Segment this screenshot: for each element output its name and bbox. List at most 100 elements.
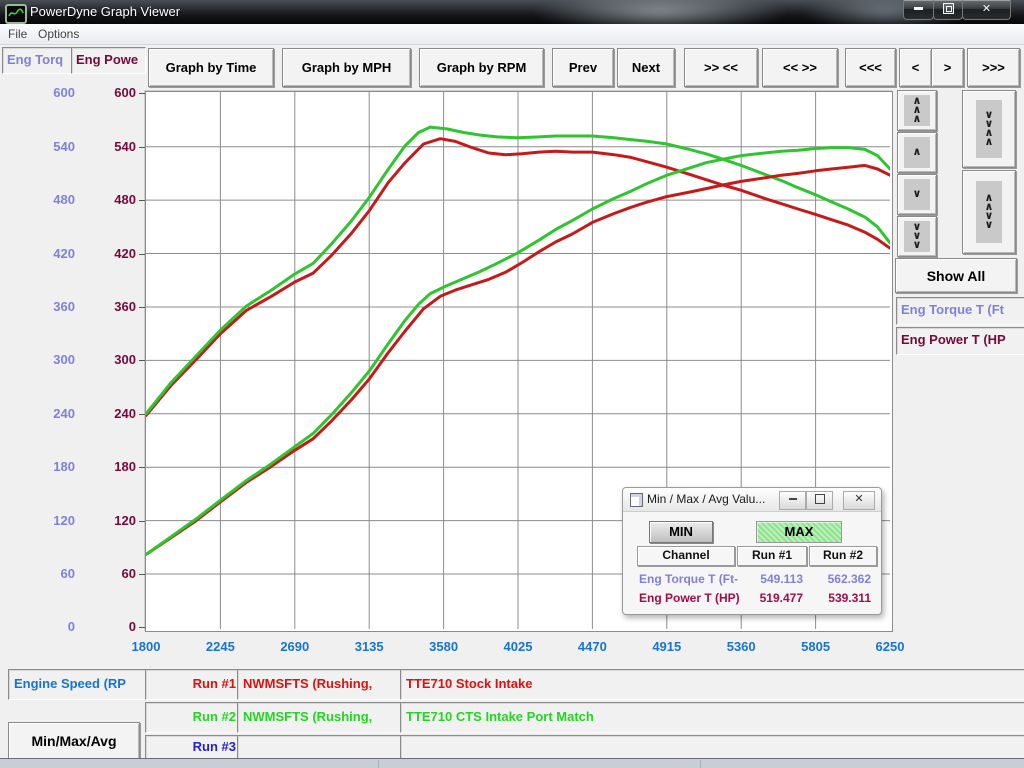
torque-axis-tick-label: 60 bbox=[20, 566, 75, 582]
power-axis-tick-label: 540 bbox=[84, 139, 136, 155]
minmax-restore-button[interactable] bbox=[806, 491, 833, 510]
title-bar: PowerDyne Graph Viewer ✕ bbox=[0, 0, 1024, 24]
menu-file[interactable]: File bbox=[2, 26, 33, 42]
torque-axis-tick-label: 480 bbox=[20, 192, 75, 208]
rpm-axis-tick-label: 6250 bbox=[863, 639, 917, 655]
document-icon bbox=[630, 493, 643, 507]
scroll-bottom-button[interactable]: ∨∨∨ bbox=[897, 216, 937, 257]
axis-tick-mark bbox=[139, 521, 145, 522]
scroll-top-button[interactable]: ∧∧∧ bbox=[897, 90, 937, 131]
torque-axis-tick-label: 180 bbox=[20, 459, 75, 475]
minmax-close-button[interactable]: ✕ bbox=[843, 491, 875, 510]
next-button[interactable]: Next bbox=[617, 48, 675, 87]
minmax-torque-run1-value: 549.113 bbox=[737, 572, 803, 587]
scroll-left-button[interactable]: < bbox=[899, 48, 932, 87]
run1-label-box: Run #1 bbox=[145, 669, 242, 700]
axis-tick-mark bbox=[139, 627, 145, 628]
run3-label-box: Run #3 bbox=[145, 735, 242, 760]
minmax-titlebar[interactable]: Min / Max / Avg Valu... ✕ bbox=[623, 488, 881, 512]
run1-file-box: NWMSFTS (Rushing, bbox=[237, 669, 407, 700]
menu-options[interactable]: Options bbox=[32, 26, 85, 42]
rpm-axis-tick-label: 4470 bbox=[565, 639, 619, 655]
zoom-out-horizontal-button[interactable]: << >> bbox=[762, 48, 838, 87]
channel-box-eng-torque[interactable]: Eng Torque T (Ft bbox=[896, 297, 1024, 325]
minmax-torque-run2-value: 562.362 bbox=[807, 572, 871, 587]
run2-file-box: NWMSFTS (Rushing, bbox=[237, 702, 407, 733]
max-button[interactable]: MAX bbox=[756, 521, 842, 543]
restore-button[interactable] bbox=[933, 0, 963, 20]
torque-axis-tick-label: 0 bbox=[20, 619, 75, 635]
tab-eng-torque[interactable]: Eng Torq bbox=[2, 47, 74, 74]
power-axis-tick-label: 120 bbox=[84, 513, 136, 529]
zoom-in-vertical-button[interactable]: ∨∨∧∧ bbox=[962, 90, 1016, 168]
power-axis-tick-label: 300 bbox=[84, 352, 136, 368]
torque-axis-tick-label: 540 bbox=[20, 139, 75, 155]
axis-tick-mark bbox=[139, 414, 145, 415]
rpm-axis-tick-label: 4025 bbox=[491, 639, 545, 655]
minmax-header-channel[interactable]: Channel bbox=[637, 546, 735, 566]
axis-tick-mark bbox=[139, 467, 145, 468]
power-axis-tick-label: 60 bbox=[84, 566, 136, 582]
power-axis-tick-label: 480 bbox=[84, 192, 136, 208]
run2-label-box: Run #2 bbox=[145, 702, 242, 733]
torque-axis-tick-label: 360 bbox=[20, 299, 75, 315]
graph-by-time-button[interactable]: Graph by Time bbox=[148, 48, 274, 87]
zoom-in-horizontal-button[interactable]: >> << bbox=[684, 48, 758, 87]
torque-axis-tick-label: 600 bbox=[20, 85, 75, 101]
minmax-header-run1[interactable]: Run #1 bbox=[737, 546, 807, 566]
minmax-window[interactable]: Min / Max / Avg Valu... ✕ MIN MAX Channe… bbox=[622, 487, 882, 615]
zoom-out-vertical-button[interactable]: ∧∧∨∨ bbox=[962, 170, 1016, 254]
window-bottom-edge bbox=[0, 758, 1024, 768]
torque-axis-tick-label: 420 bbox=[20, 246, 75, 262]
rpm-axis-tick-label: 5805 bbox=[789, 639, 843, 655]
power-axis-tick-label: 600 bbox=[84, 85, 136, 101]
rpm-axis-tick-label: 2245 bbox=[193, 639, 247, 655]
minmax-power-run1-value: 519.477 bbox=[737, 591, 803, 606]
rpm-axis-tick-label: 3135 bbox=[342, 639, 396, 655]
run2-description-box: TTE710 CTS Intake Port Match bbox=[400, 702, 1024, 733]
minmax-avg-button[interactable]: Min/Max/Avg bbox=[8, 722, 140, 760]
scroll-far-right-button[interactable]: >>> bbox=[967, 48, 1020, 87]
rpm-axis-tick-label: 1800 bbox=[119, 639, 173, 655]
axis-tick-mark bbox=[139, 147, 145, 148]
graph-by-rpm-button[interactable]: Graph by RPM bbox=[419, 48, 544, 87]
torque-axis-tick-label: 240 bbox=[20, 406, 75, 422]
power-axis-tick-label: 420 bbox=[84, 246, 136, 262]
axis-tick-mark bbox=[139, 93, 145, 94]
app-logo-icon bbox=[5, 4, 27, 24]
minmax-window-title: Min / Max / Avg Valu... bbox=[647, 492, 765, 506]
axis-tick-mark bbox=[139, 307, 145, 308]
show-all-button[interactable]: Show All bbox=[895, 258, 1017, 293]
scroll-down-button[interactable]: ∨ bbox=[897, 174, 937, 215]
rpm-axis-tick-label: 5360 bbox=[714, 639, 768, 655]
power-axis-tick-label: 240 bbox=[84, 406, 136, 422]
minimize-button[interactable] bbox=[903, 0, 934, 20]
close-button[interactable]: ✕ bbox=[962, 0, 1011, 20]
minmax-header-run2[interactable]: Run #2 bbox=[809, 546, 877, 566]
minmax-channel-label: Eng Power T (HP) bbox=[639, 591, 739, 606]
channel-box-eng-power[interactable]: Eng Power T (HP bbox=[896, 327, 1024, 355]
power-axis-tick-label: 180 bbox=[84, 459, 136, 475]
x-axis-channel-box[interactable]: Engine Speed (RP bbox=[8, 669, 149, 700]
minmax-channel-label: Eng Torque T (Ft- bbox=[639, 572, 739, 587]
scroll-up-button[interactable]: ∧ bbox=[897, 132, 937, 173]
window-title: PowerDyne Graph Viewer bbox=[30, 4, 180, 19]
power-axis-tick-label: 360 bbox=[84, 299, 136, 315]
scroll-far-left-button[interactable]: <<< bbox=[845, 48, 896, 87]
close-icon: ✕ bbox=[854, 493, 863, 505]
minmax-minimize-button[interactable] bbox=[779, 491, 806, 510]
run3-description-box bbox=[400, 735, 1024, 760]
graph-by-mph-button[interactable]: Graph by MPH bbox=[282, 48, 411, 87]
power-axis-tick-label: 0 bbox=[84, 619, 136, 635]
min-button[interactable]: MIN bbox=[649, 521, 713, 543]
torque-axis-tick-label: 300 bbox=[20, 352, 75, 368]
scroll-right-button[interactable]: > bbox=[931, 48, 964, 87]
run3-file-box bbox=[237, 735, 407, 760]
axis-tick-mark bbox=[139, 200, 145, 201]
menu-bar: File Options bbox=[0, 24, 1024, 45]
run1-description-box: TTE710 Stock Intake bbox=[400, 669, 1024, 700]
app-window: PowerDyne Graph Viewer ✕ File Options En… bbox=[0, 0, 1024, 768]
prev-button[interactable]: Prev bbox=[552, 48, 614, 87]
tab-eng-power[interactable]: Eng Powe bbox=[71, 47, 146, 74]
rpm-axis-tick-label: 2690 bbox=[268, 639, 322, 655]
